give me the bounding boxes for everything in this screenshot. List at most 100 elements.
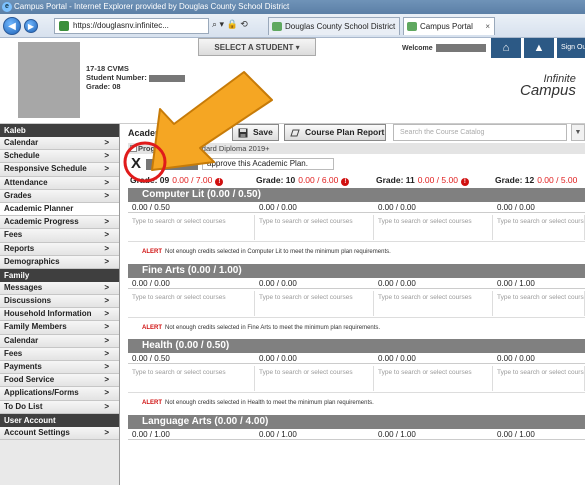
course-search-input[interactable]: Type to search or select courses — [493, 215, 585, 240]
sidebar-item-messages[interactable]: Messages > — [0, 281, 119, 296]
save-button[interactable]: Save — [232, 124, 279, 141]
redacted-name — [146, 159, 198, 170]
collapse-minus-icon[interactable]: − — [130, 145, 137, 152]
back-arrow-icon[interactable]: ◀ — [3, 17, 21, 35]
section-header[interactable]: Language Arts (0.00 / 4.00) — [128, 414, 585, 429]
approval-row: X approve this Academic Plan. — [128, 155, 585, 172]
chevron-right-icon: > — [104, 151, 109, 161]
section-header[interactable]: Computer Lit (0.00 / 0.50) — [128, 188, 585, 202]
chevron-right-icon: > — [104, 177, 109, 187]
tab-campus-portal[interactable]: Campus Portal × — [403, 17, 495, 35]
section-credit-row: 0.00 / 0.00 0.00 / 0.00 0.00 / 0.00 0.00… — [128, 278, 585, 289]
program-bar[interactable]: − Program: HS-Standard Diploma 2019+ — [128, 143, 585, 154]
sidebar-item-family-calendar[interactable]: Calendar > — [0, 334, 119, 348]
grade-label: Grade: 08 — [86, 82, 121, 91]
section-credit-row: 0.00 / 0.50 0.00 / 0.00 0.00 / 0.00 0.00… — [128, 202, 585, 213]
course-search-input[interactable]: Type to search or select courses — [255, 290, 374, 316]
forward-arrow-icon[interactable]: ▶ — [24, 19, 38, 33]
program-label: Program: — [138, 144, 172, 153]
browser-toolbar: ◀ ▶ https://douglasnv.infinitec... ⌕ ▾ 🔒… — [0, 14, 585, 38]
sidebar-item-calendar[interactable]: Calendar > — [0, 137, 119, 151]
sidebar-item-academic-progress[interactable]: Academic Progress > — [0, 216, 119, 230]
select-student-dropdown[interactable]: SELECT A STUDENT ▾ — [198, 38, 316, 56]
sidebar-item-household-information[interactable]: Household Information > — [0, 308, 119, 322]
chevron-right-icon: > — [104, 256, 109, 266]
sidebar-item-account-settings[interactable]: Account Settings > — [0, 426, 119, 440]
program-name: HS-Standard Diploma 2019+ — [173, 144, 270, 153]
section-computer-lit: Computer Lit (0.00 / 0.50) 0.00 / 0.50 0… — [128, 188, 585, 264]
welcome-text: Welcome — [402, 44, 486, 52]
tab-close-icon[interactable]: × — [485, 18, 490, 35]
sidebar: Kaleb Calendar > Schedule > Responsive Sch… — [0, 124, 120, 485]
academic-planner-main: Academic Planner Save Course Plan Report… — [128, 124, 585, 485]
course-search-input[interactable]: Type to search or select courses — [374, 366, 493, 391]
sidebar-item-attendance[interactable]: Attendance > — [0, 176, 119, 190]
course-search-input[interactable]: Type to search or select courses — [374, 290, 493, 316]
course-search-input[interactable]: Type to search or select courses — [128, 215, 255, 240]
sidebar-item-discussions[interactable]: Discussions > — [0, 295, 119, 309]
chevron-right-icon: > — [104, 138, 109, 147]
signature-x-mark: X — [131, 155, 142, 172]
warning-icon: ! — [215, 178, 224, 186]
grade-10-summary: Grade: 10 0.00 / 6.00! — [256, 174, 350, 187]
section-health: Health (0.00 / 0.50) 0.00 / 0.50 0.00 / … — [128, 339, 585, 415]
student-info: 17-18 CVMS Student Number: Grade: 08 — [86, 64, 185, 91]
sign-out-button[interactable]: Sign Out — [557, 38, 585, 58]
sidebar-item-fees[interactable]: Fees > — [0, 229, 119, 243]
sidebar-item-demographics[interactable]: Demographics > — [0, 255, 119, 269]
sidebar-item-academic-planner[interactable]: Academic Planner — [0, 202, 119, 217]
report-icon — [290, 129, 300, 137]
planner-toolbar: Academic Planner Save Course Plan Report… — [128, 124, 585, 142]
sidebar-item-schedule[interactable]: Schedule > — [0, 150, 119, 164]
course-input-row: Type to search or select courses Type to… — [128, 289, 585, 318]
course-search-input[interactable]: Type to search or select courses — [128, 290, 255, 316]
section-header[interactable]: Health (0.00 / 0.50) — [128, 339, 585, 353]
course-search-input[interactable]: Type to search or select courses — [493, 366, 585, 391]
section-alert: ALERT Not enough credits selected in Comp… — [142, 249, 391, 255]
grade-credit-summary: Grade: 09 0.00 / 7.00! Grade: 10 0.00 / 6.… — [128, 174, 585, 187]
grade-09-summary: Grade: 09 0.00 / 7.00! — [130, 174, 224, 187]
chevron-right-icon: > — [104, 217, 109, 227]
address-tools-icon[interactable]: ⌕ ▾ 🔒 ⟲ — [212, 19, 248, 30]
course-plan-report-button[interactable]: Course Plan Report — [284, 124, 386, 141]
catalog-dropdown-chevron-down-icon[interactable]: ▼ — [571, 124, 585, 141]
course-search-input[interactable]: Type to search or select courses — [374, 215, 493, 240]
chevron-right-icon: > — [104, 282, 109, 292]
notifications-button[interactable]: ▲ — [524, 38, 554, 58]
warning-icon: ! — [460, 178, 469, 186]
chevron-right-icon: > — [104, 296, 109, 306]
requirement-sections: Computer Lit (0.00 / 0.50) 0.00 / 0.50 0… — [128, 188, 585, 485]
chevron-right-icon: > — [104, 348, 109, 358]
portal-header: 17-18 CVMS Student Number: Grade: 08 SEL… — [0, 38, 585, 124]
sidebar-user-account-header: User Account — [0, 413, 119, 427]
section-alert: ALERT Not enough credits selected in Heal… — [142, 400, 374, 406]
window-title-bar: e Campus Portal - Internet Explorer prov… — [0, 0, 585, 14]
sidebar-item-payments[interactable]: Payments > — [0, 361, 119, 375]
floppy-disk-icon — [238, 128, 248, 138]
sidebar-item-food-service[interactable]: Food Service > — [0, 374, 119, 388]
address-bar[interactable]: https://douglasnv.infinitec... — [54, 18, 209, 34]
course-search-input[interactable]: Type to search or select courses — [255, 366, 374, 391]
redacted-student-number — [148, 74, 185, 82]
chevron-right-icon: > — [104, 375, 109, 385]
home-button[interactable]: ⌂ — [491, 38, 521, 58]
sidebar-item-reports[interactable]: Reports > — [0, 242, 119, 256]
section-header[interactable]: Fine Arts (0.00 / 1.00) — [128, 263, 585, 278]
sidebar-item-grades[interactable]: Grades > — [0, 189, 119, 203]
section-credit-row: 0.00 / 1.00 0.00 / 1.00 0.00 / 1.00 0.00… — [128, 429, 585, 440]
approval-text-field[interactable]: approve this Academic Plan. — [202, 158, 334, 170]
tab-douglas-county[interactable]: Douglas County School District — [268, 17, 400, 35]
course-search-input[interactable]: Type to search or select courses — [255, 215, 374, 240]
sidebar-item-family-fees[interactable]: Fees > — [0, 347, 119, 361]
sidebar-item-family-members[interactable]: Family Members > — [0, 321, 119, 335]
course-input-row: Type to search or select courses Type to… — [128, 213, 585, 242]
chevron-right-icon: > — [104, 388, 109, 398]
course-search-input[interactable]: Type to search or select courses — [128, 366, 255, 391]
sidebar-item-applications-forms[interactable]: Applications/Forms > — [0, 387, 119, 401]
course-search-input[interactable]: Type to search or select courses — [493, 290, 585, 316]
course-catalog-search-input[interactable]: Search the Course Catalog — [393, 124, 567, 141]
sidebar-item-to-do-list[interactable]: To Do List > — [0, 400, 119, 414]
section-language-arts: Language Arts (0.00 / 4.00) 0.00 / 1.00 … — [128, 414, 585, 485]
sidebar-item-responsive-schedule[interactable]: Responsive Schedule > — [0, 163, 119, 177]
home-icon: ⌂ — [502, 42, 510, 54]
